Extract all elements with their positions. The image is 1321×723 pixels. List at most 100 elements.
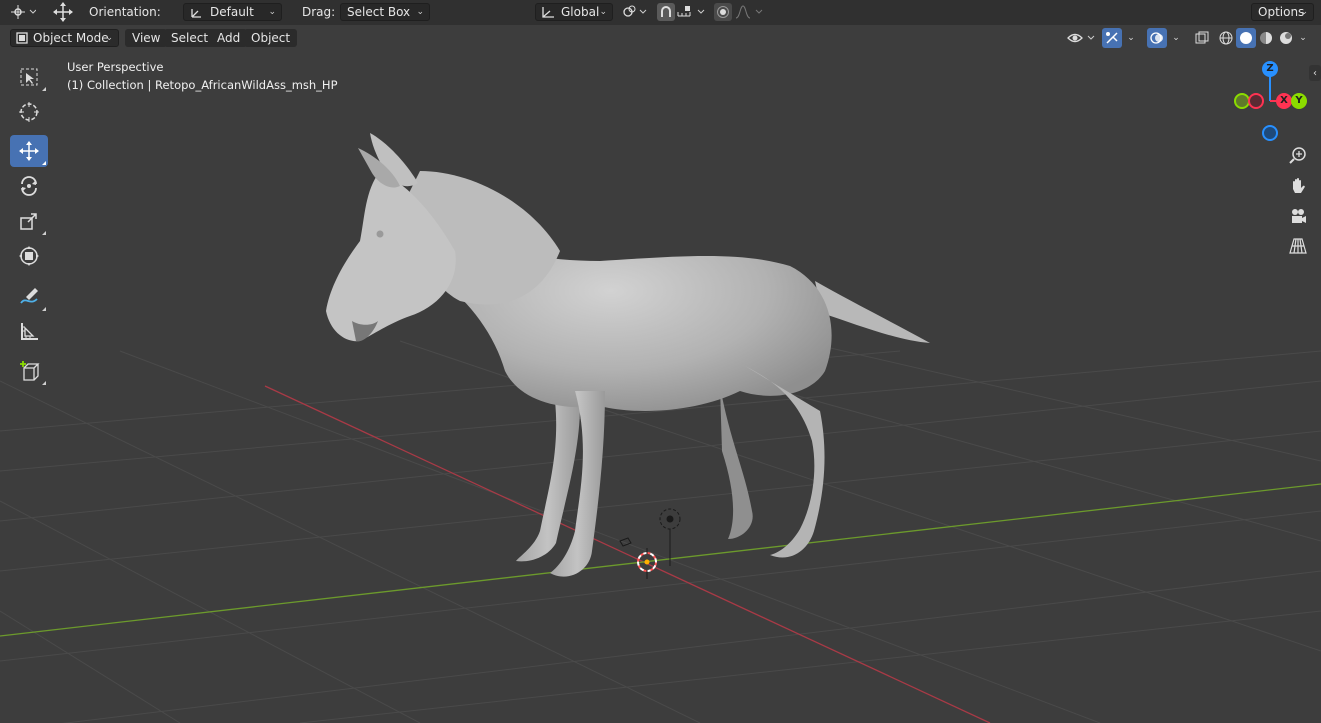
tool-scale[interactable] xyxy=(10,205,48,237)
3d-viewport[interactable]: User Perspective (1) Collection | Retopo… xyxy=(0,51,1321,723)
gizmo-z-axis[interactable]: Z xyxy=(1262,61,1278,77)
scale-icon xyxy=(20,213,37,230)
drag-value: Select Box xyxy=(347,5,411,19)
visibility-dropdown[interactable] xyxy=(1066,28,1098,48)
orientation-icon xyxy=(191,9,201,18)
chevron-down-icon: ⌄ xyxy=(105,33,113,43)
chevron-down-icon: ⌄ xyxy=(1300,7,1308,17)
overlays-icon xyxy=(1150,32,1163,44)
camera-icon xyxy=(1292,209,1306,223)
xray-toggle[interactable] xyxy=(1192,28,1212,48)
gizmo-y-axis[interactable]: Y xyxy=(1291,93,1307,109)
donkey-model xyxy=(326,133,930,577)
shading-rendered[interactable] xyxy=(1276,28,1296,48)
solid-sphere-icon xyxy=(1240,32,1252,44)
shading-wireframe[interactable] xyxy=(1216,28,1236,48)
orientation-dropdown[interactable]: Default ⌄ xyxy=(183,3,282,21)
rotate-icon xyxy=(21,176,37,196)
orientation-value: Default xyxy=(210,5,254,19)
y-axis-line xyxy=(0,483,1321,637)
measure-icon xyxy=(21,323,38,340)
sidebar-toggle[interactable]: ‹ xyxy=(1309,65,1321,81)
shading-dropdown[interactable]: ⌄ xyxy=(1296,28,1310,48)
3d-cursor xyxy=(637,548,657,579)
menu-select[interactable]: Select xyxy=(164,29,216,47)
x-axis-line xyxy=(264,385,991,723)
menu-object[interactable]: Object xyxy=(244,29,298,47)
falloff-dropdown[interactable] xyxy=(734,2,766,22)
axis-icon xyxy=(542,7,554,18)
rendered-sphere-icon xyxy=(1280,32,1292,44)
tool-settings-bar: Orientation: Default ⌄ Drag: Select Box … xyxy=(0,0,1321,26)
proportional-icon xyxy=(717,6,729,18)
pivot-icon xyxy=(623,5,647,17)
magnet-icon xyxy=(661,6,671,17)
gizmo-toggle[interactable] xyxy=(1102,28,1122,48)
chevron-down-icon: ⌄ xyxy=(1127,33,1135,43)
transform-space-value: Global xyxy=(561,5,600,19)
snap-target-dropdown[interactable] xyxy=(676,2,708,22)
chevron-left-icon: ‹ xyxy=(1313,67,1317,79)
chevron-down-icon: ⌄ xyxy=(1172,33,1180,43)
transform-orientation-dropdown[interactable]: Global ⌄ xyxy=(535,3,613,21)
drag-dropdown[interactable]: Select Box ⌄ xyxy=(340,3,430,21)
snap-increment-icon xyxy=(677,6,705,17)
wireframe-sphere-icon xyxy=(1219,31,1233,45)
select-box-icon xyxy=(20,68,38,86)
options-dropdown[interactable]: Options ⌄ xyxy=(1251,3,1314,21)
proportional-editing-toggle[interactable] xyxy=(714,3,732,21)
drag-label: Drag: xyxy=(302,5,336,19)
view-name: User Perspective xyxy=(67,60,164,74)
gizmo-x-axis[interactable]: X xyxy=(1276,93,1292,109)
object-mode-icon xyxy=(16,32,28,44)
tool-measure[interactable] xyxy=(10,316,48,348)
add-cube-icon xyxy=(20,361,40,381)
transform-icon xyxy=(19,246,39,266)
tool-rotate[interactable] xyxy=(10,170,48,202)
gizmo-icon xyxy=(1106,32,1118,44)
gizmo-neg-z-axis[interactable] xyxy=(1262,125,1278,141)
shading-solid[interactable] xyxy=(1236,28,1256,48)
menu-view[interactable]: View xyxy=(125,29,168,47)
chevron-down-icon: ⌄ xyxy=(268,7,276,17)
overlays-dropdown[interactable]: ⌄ xyxy=(1169,28,1183,48)
zoom-icon xyxy=(1289,147,1306,164)
xray-icon xyxy=(1195,31,1209,44)
options-label: Options xyxy=(1258,5,1305,19)
eye-icon xyxy=(1067,33,1095,43)
pivot-point-dropdown[interactable] xyxy=(620,2,650,22)
chevron-down-icon: ⌄ xyxy=(1299,33,1307,43)
hand-icon xyxy=(1293,178,1305,193)
tool-cursor[interactable] xyxy=(10,96,48,128)
move-tool-icon[interactable] xyxy=(52,1,74,23)
tool-add-cube[interactable] xyxy=(10,355,48,387)
camera-view-button[interactable] xyxy=(1285,203,1311,229)
menu-add[interactable]: Add xyxy=(210,29,248,47)
falloff-curve-icon xyxy=(735,5,763,19)
cursor-icon xyxy=(19,102,39,122)
tool-select-box[interactable] xyxy=(10,61,48,93)
gizmo-dropdown[interactable]: ⌄ xyxy=(1124,28,1138,48)
overlays-toggle[interactable] xyxy=(1147,28,1167,48)
move-icon xyxy=(19,141,39,161)
gizmo-neg-x-axis[interactable] xyxy=(1248,93,1264,109)
tool-transform[interactable] xyxy=(10,240,48,272)
orientation-label: Orientation: xyxy=(89,5,161,19)
material-sphere-icon xyxy=(1260,32,1272,44)
tool-settings-dropdown[interactable] xyxy=(8,2,38,22)
pan-button[interactable] xyxy=(1285,173,1311,199)
zoom-button[interactable] xyxy=(1285,142,1311,168)
tool-move[interactable] xyxy=(10,135,48,167)
viewport-canvas xyxy=(0,133,1321,723)
viewport-header: Object Mode ⌄ View Select Add Object ⌄ ⌄… xyxy=(0,25,1321,51)
chevron-down-icon: ⌄ xyxy=(599,7,607,17)
snap-toggle[interactable] xyxy=(657,3,675,21)
mode-dropdown[interactable]: Object Mode ⌄ xyxy=(10,29,119,47)
collection-info: (1) Collection | Retopo_AfricanWildAss_m… xyxy=(67,78,338,92)
perspective-toggle-button[interactable] xyxy=(1285,233,1311,259)
tool-annotate[interactable] xyxy=(10,281,48,313)
grid-perspective-icon xyxy=(1289,238,1307,254)
annotate-icon xyxy=(20,288,38,304)
chevron-down-icon: ⌄ xyxy=(416,7,424,17)
shading-material[interactable] xyxy=(1256,28,1276,48)
